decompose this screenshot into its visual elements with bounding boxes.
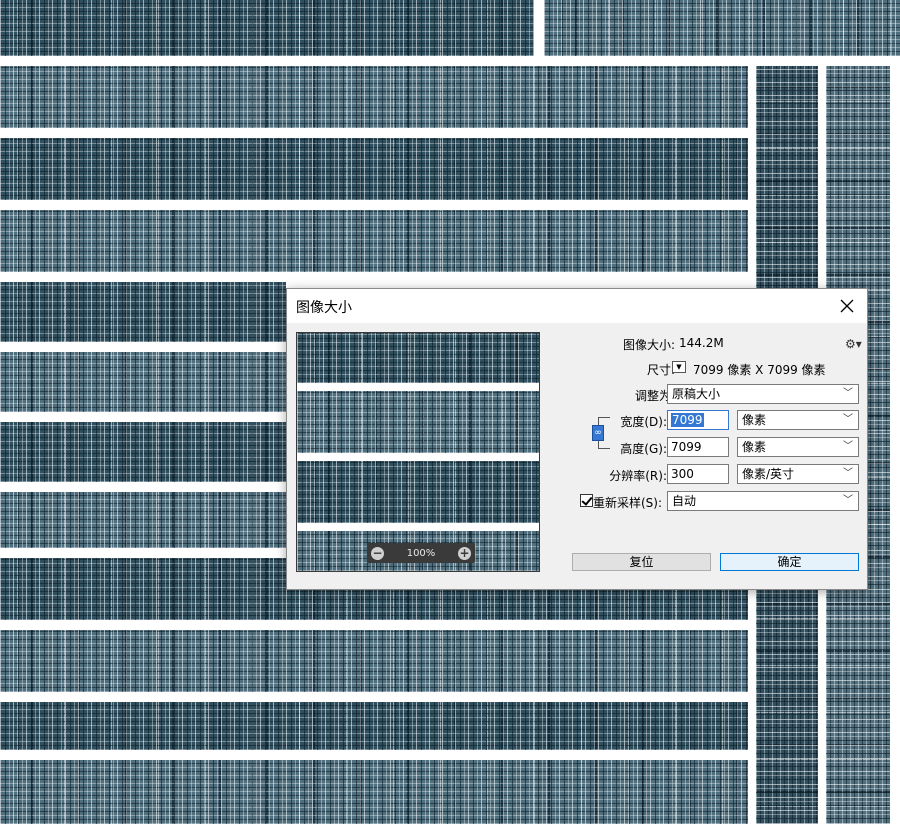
chevron-down-icon: ﹀: [843, 441, 853, 452]
chevron-down-icon: ﹀: [843, 468, 853, 479]
resolution-unit-value: 像素/英寸: [742, 467, 795, 481]
width-input[interactable]: 7099: [667, 410, 729, 430]
image-size-label: 图像大小:: [622, 338, 675, 352]
texture-strip: [0, 630, 748, 692]
texture-strip: [0, 138, 748, 200]
image-preview[interactable]: − 100% +: [296, 332, 540, 572]
image-size-dialog: 图像大小 − 100% + 图像大小: 144.2M ⚙▾ 尺寸: ▼ 7099…: [286, 288, 868, 590]
close-icon: [840, 299, 854, 313]
chevron-down-icon: ﹀: [843, 388, 853, 399]
preview-texture: [297, 333, 539, 383]
reset-button[interactable]: 复位: [572, 553, 711, 571]
fit-to-dropdown[interactable]: 原稿大小 ﹀: [667, 384, 859, 404]
texture-strip: [544, 0, 900, 56]
dialog-titlebar: 图像大小: [287, 289, 867, 323]
texture-strip: [0, 422, 286, 482]
texture-strip: [0, 282, 286, 342]
resolution-unit-dropdown[interactable]: 像素/英寸 ﹀: [737, 464, 859, 484]
texture-strip: [0, 210, 748, 272]
width-value: 7099: [671, 413, 704, 427]
resolution-input[interactable]: 300: [667, 464, 729, 484]
preview-texture: [297, 391, 539, 453]
resample-checkbox[interactable]: [580, 494, 593, 507]
texture-strip: [0, 492, 286, 548]
dimensions-value: 7099 像素 X 7099 像素: [693, 363, 826, 377]
resolution-label: 分辨率(R):: [609, 469, 667, 483]
texture-strip: [0, 760, 748, 824]
width-unit-dropdown[interactable]: 像素 ﹀: [737, 410, 859, 430]
height-value: 7099: [671, 440, 702, 454]
height-unit-dropdown[interactable]: 像素 ﹀: [737, 437, 859, 457]
resolution-value: 300: [671, 467, 694, 481]
close-button[interactable]: [827, 289, 867, 323]
zoom-level: 100%: [406, 547, 436, 559]
gear-icon[interactable]: ⚙▾: [845, 337, 862, 351]
texture-strip: [0, 66, 748, 128]
image-size-value: 144.2M: [679, 336, 724, 350]
dimensions-label: 尺寸:: [646, 363, 675, 377]
zoom-out-icon[interactable]: −: [371, 546, 384, 560]
ok-button[interactable]: 确定: [720, 553, 859, 571]
texture-strip: [0, 0, 534, 56]
preview-texture: [297, 461, 539, 523]
width-unit-value: 像素: [742, 413, 767, 427]
link-icon[interactable]: ∞: [592, 425, 604, 441]
dimensions-unit-toggle[interactable]: ▼: [672, 361, 686, 373]
height-unit-value: 像素: [742, 440, 767, 454]
height-input[interactable]: 7099: [667, 437, 729, 457]
resample-dropdown[interactable]: 自动 ﹀: [667, 491, 859, 511]
width-label: 宽度(D):: [620, 415, 667, 429]
resample-value: 自动: [672, 494, 697, 508]
dialog-title: 图像大小: [296, 300, 352, 316]
texture-strip: [0, 702, 748, 750]
height-label: 高度(G):: [620, 442, 667, 456]
chevron-down-icon: ﹀: [843, 414, 853, 425]
zoom-control: − 100% +: [367, 543, 475, 563]
resample-label: 重新采样(S):: [592, 496, 662, 510]
chevron-down-icon: ﹀: [843, 495, 853, 506]
zoom-in-icon[interactable]: +: [458, 546, 471, 560]
texture-strip: [0, 352, 286, 412]
fit-to-value: 原稿大小: [672, 387, 721, 401]
